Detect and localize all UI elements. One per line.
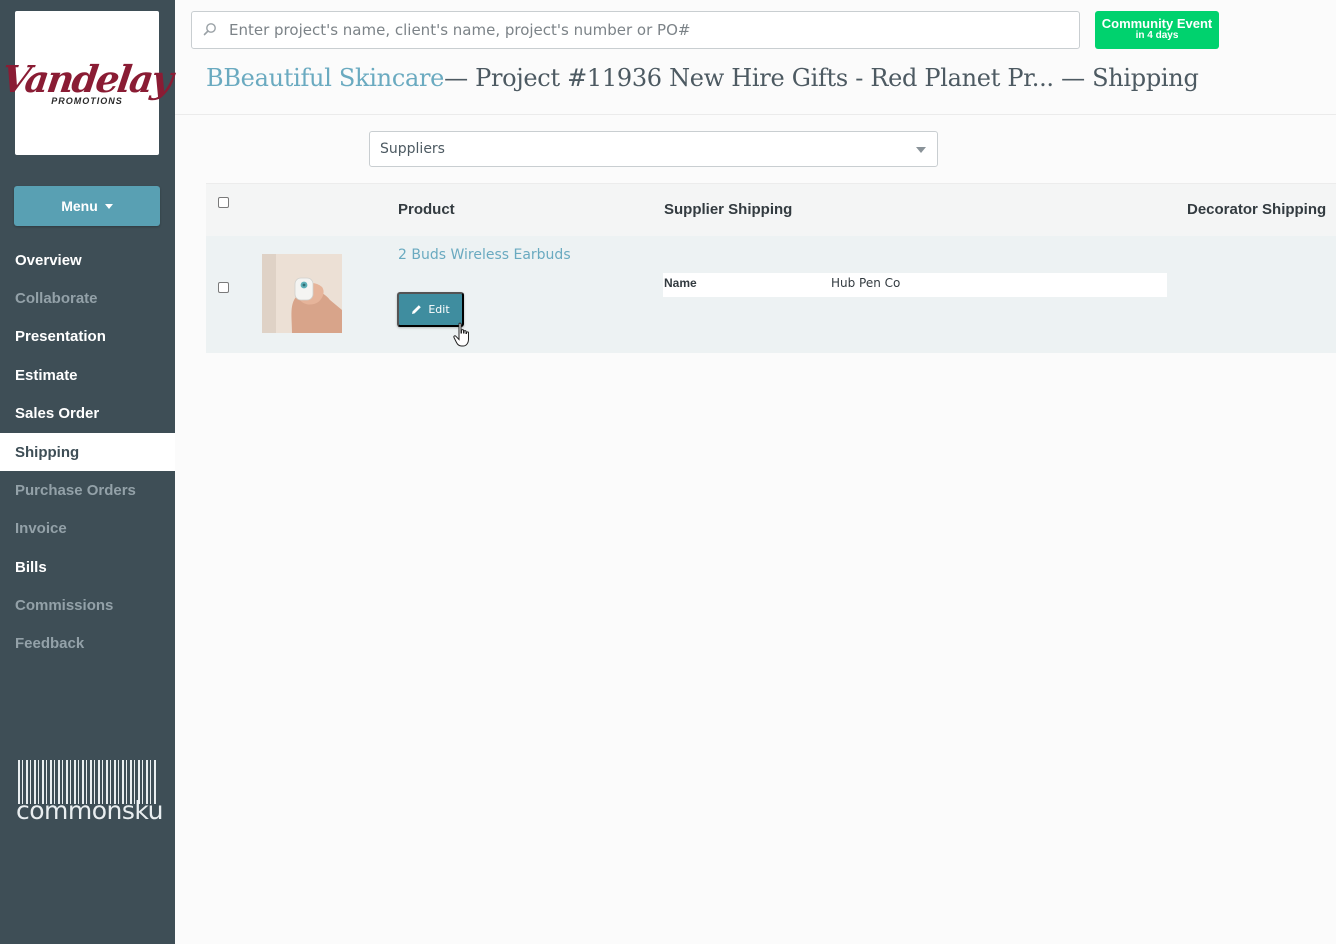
- supplier-name-label: Name: [664, 276, 697, 290]
- menu-button-label: Menu: [61, 198, 98, 214]
- edit-button-label: Edit: [428, 303, 450, 316]
- page-title-project: — Project #11936 New Hire Gifts - Red Pl…: [444, 64, 1199, 92]
- supplier-name-value: Hub Pen Co: [831, 276, 901, 290]
- sidebar-item-label: Sales Order: [15, 404, 100, 422]
- sidebar-item-collaborate[interactable]: Collaborate: [0, 279, 175, 317]
- caret-down-icon: [104, 204, 113, 209]
- sidebar-item-label: Estimate: [15, 366, 78, 384]
- product-name-link[interactable]: 2 Buds Wireless Earbuds: [398, 247, 571, 263]
- hand-cursor-icon: [453, 322, 469, 347]
- product-thumbnail[interactable]: [262, 254, 342, 333]
- sidebar-item-estimate[interactable]: Estimate: [0, 356, 175, 394]
- sidebar-item-overview[interactable]: Overview: [0, 241, 175, 279]
- sidebar-item-label: Collaborate: [15, 289, 98, 307]
- sidebar-item-feedback[interactable]: Feedback: [0, 624, 175, 662]
- sidebar-item-label: Overview: [15, 251, 82, 269]
- menu-button[interactable]: Menu: [14, 186, 160, 226]
- row-checkbox[interactable]: [218, 282, 229, 293]
- table-row: 2 Buds Wireless Earbuds Edit Name Hub Pe…: [206, 236, 1336, 353]
- sidebar-item-label: Feedback: [15, 634, 85, 652]
- sidebar-item-label: Bills: [15, 558, 47, 576]
- logo-wordmark: Vandelay: [0, 57, 175, 101]
- community-event-button[interactable]: Community Event in 4 days: [1095, 11, 1219, 49]
- sidebar-item-label: Shipping: [15, 443, 80, 461]
- sidebar-item-label: Presentation: [15, 327, 106, 345]
- sidebar-item-shipping[interactable]: Shipping: [0, 433, 175, 471]
- commonsku-wordmark: commonsku: [16, 796, 163, 825]
- sidebar-item-invoice[interactable]: Invoice: [0, 509, 175, 547]
- company-logo[interactable]: Vandelay PROMOTIONS: [0, 11, 175, 155]
- pencil-icon: [412, 305, 422, 314]
- sidebar-item-commissions[interactable]: Commissions: [0, 586, 175, 624]
- column-header-decorator-shipping: Decorator Shipping: [1187, 201, 1327, 218]
- sidebar: Vandelay PROMOTIONS Menu Overview Collab…: [0, 0, 175, 944]
- community-event-countdown: in 4 days: [1135, 30, 1179, 41]
- sidebar-item-sales-order[interactable]: Sales Order: [0, 394, 175, 432]
- sidebar-item-bills[interactable]: Bills: [0, 548, 175, 586]
- sidebar-item-label: Commissions: [15, 596, 114, 614]
- sidebar-item-label: Purchase Orders: [15, 481, 136, 499]
- column-header-supplier-shipping: Supplier Shipping: [664, 201, 793, 218]
- sidebar-item-label: Invoice: [15, 519, 67, 537]
- sidebar-item-presentation[interactable]: Presentation: [0, 317, 175, 355]
- earbuds-photo: [262, 254, 342, 333]
- page-title: BBeautiful Skincare— Project #11936 New …: [206, 64, 1199, 92]
- sidebar-item-purchase-orders[interactable]: Purchase Orders: [0, 471, 175, 509]
- search-input[interactable]: [191, 11, 1080, 49]
- supplier-info-row: Name Hub Pen Co: [663, 273, 1167, 297]
- client-link[interactable]: BBeautiful Skincare: [206, 64, 444, 92]
- caret-down-icon: [916, 147, 926, 153]
- table-header: Product Supplier Shipping Decorator Ship…: [206, 183, 1336, 236]
- community-event-title: Community Event: [1101, 16, 1213, 31]
- header-divider: [175, 114, 1336, 115]
- select-all-checkbox[interactable]: [218, 197, 229, 208]
- view-by-selected-value: Suppliers: [380, 141, 445, 157]
- column-header-product: Product: [398, 201, 455, 218]
- search-icon: [203, 23, 216, 36]
- view-by-select[interactable]: Suppliers: [369, 131, 938, 167]
- commonsku-logo: commonsku: [16, 760, 163, 832]
